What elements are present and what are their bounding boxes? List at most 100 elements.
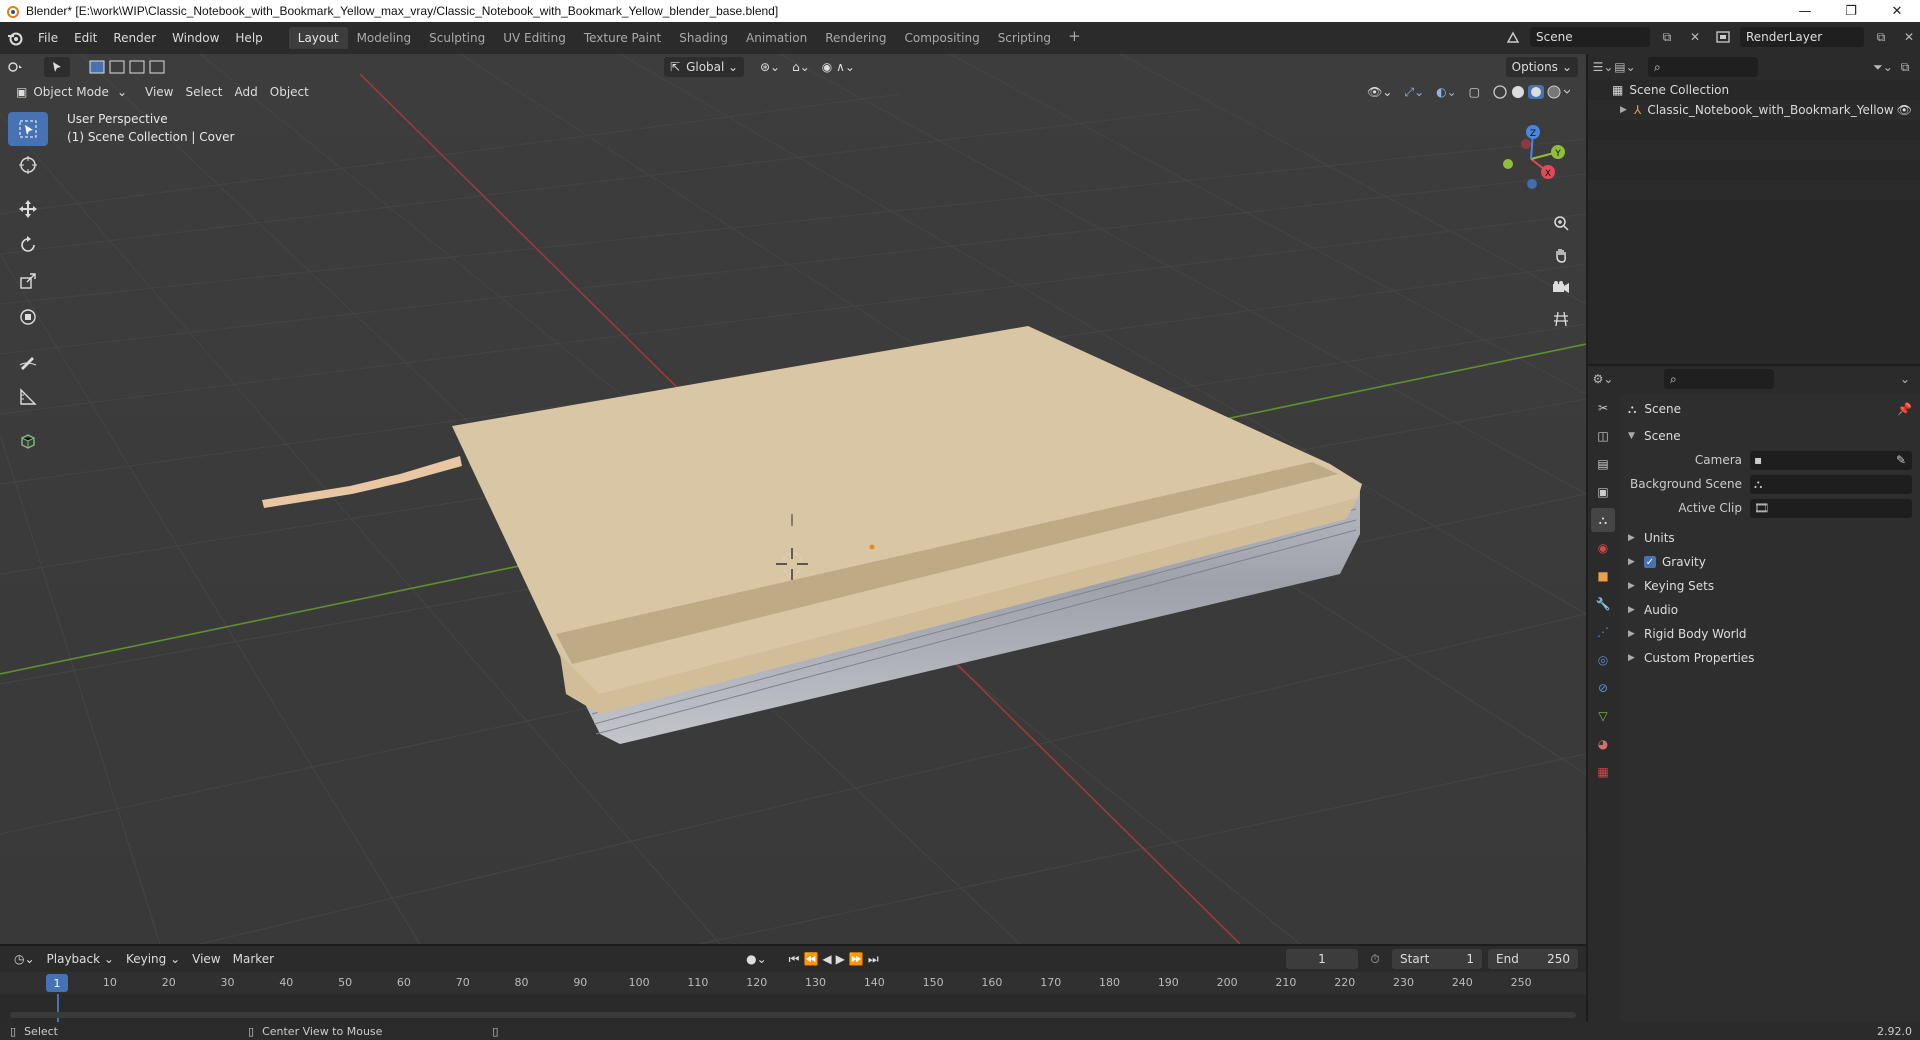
- panel-gravity-header[interactable]: ▶ ✓ Gravity: [1620, 550, 1920, 574]
- new-scene-icon[interactable]: ⧉: [1656, 27, 1678, 47]
- tab-modifiers-icon[interactable]: 🔧: [1591, 592, 1615, 616]
- rotate-icon[interactable]: [8, 228, 48, 262]
- outliner-row-object[interactable]: ▶ ⅄ Classic_Notebook_with_Bookmark_Yello…: [1588, 100, 1920, 120]
- scene-browse-icon[interactable]: [1502, 27, 1524, 47]
- delete-layer-icon[interactable]: ✕: [1898, 27, 1920, 47]
- menu-marker[interactable]: Marker: [227, 949, 280, 969]
- object-mode-dropdown[interactable]: ▣ Object Mode ⌄: [10, 82, 133, 102]
- tab-layout[interactable]: Layout: [288, 27, 348, 49]
- tab-physics-icon[interactable]: ◎: [1591, 648, 1615, 672]
- filter-icon[interactable]: ⏷⌄: [1872, 57, 1894, 77]
- xray-toggle-icon[interactable]: ▢: [1463, 82, 1486, 102]
- tab-constraints-icon[interactable]: ⊘: [1591, 676, 1615, 700]
- outliner-row-scene-collection[interactable]: ▦ Scene Collection: [1588, 80, 1920, 100]
- stopwatch-icon[interactable]: ⏱: [1364, 949, 1386, 969]
- play-icon[interactable]: ▶: [836, 952, 849, 966]
- gravity-checkbox[interactable]: ✓: [1644, 556, 1656, 568]
- menu-view[interactable]: View: [139, 82, 179, 102]
- end-frame-field[interactable]: End 250: [1488, 949, 1578, 969]
- select-mode-icons[interactable]: [82, 57, 184, 77]
- tab-uv-editing[interactable]: UV Editing: [494, 27, 575, 49]
- current-frame-field[interactable]: 1: [1286, 949, 1358, 969]
- overlay-toggle-icon[interactable]: ◐⌄: [1430, 82, 1463, 102]
- outliner-editor-icon[interactable]: ☰⌄: [1592, 57, 1614, 77]
- tab-view-layer-icon[interactable]: ▣: [1591, 480, 1615, 504]
- transform-icon[interactable]: [8, 300, 48, 334]
- start-frame-field[interactable]: Start 1: [1392, 949, 1482, 969]
- menu-keying[interactable]: Keying ⌄: [120, 949, 186, 969]
- pivot-point-icon[interactable]: ⊛⌄: [754, 57, 786, 77]
- tab-particles-icon[interactable]: ⋰: [1591, 620, 1615, 644]
- current-frame-marker[interactable]: 1: [46, 974, 68, 992]
- tab-object-icon[interactable]: ■: [1591, 564, 1615, 588]
- pan-hand-icon[interactable]: [1548, 242, 1574, 268]
- menu-object[interactable]: Object: [264, 82, 315, 102]
- minimize-button[interactable]: —: [1782, 0, 1828, 22]
- expand-arrow-icon[interactable]: ▶: [1620, 105, 1630, 115]
- tab-scripting[interactable]: Scripting: [989, 27, 1060, 49]
- jump-start-icon[interactable]: ⏮: [789, 952, 804, 967]
- visibility-eye-icon[interactable]: 👁: [1897, 103, 1912, 117]
- play-reverse-icon[interactable]: ◀: [822, 952, 835, 966]
- 3d-viewport[interactable]: ⇱ Global ⌄ ⊛⌄ ⌂⌄ ◉ ∧⌄ Options ⌄ ▣ Object Mo…: [0, 54, 1586, 944]
- tab-shading[interactable]: Shading: [670, 27, 737, 49]
- tab-tool-icon[interactable]: ✂: [1591, 396, 1615, 420]
- add-cube-icon[interactable]: [8, 424, 48, 458]
- tab-compositing[interactable]: Compositing: [895, 27, 988, 49]
- tab-material-icon[interactable]: ◕: [1591, 732, 1615, 756]
- tab-animation[interactable]: Animation: [737, 27, 816, 49]
- maximize-button[interactable]: ❐: [1828, 0, 1874, 22]
- zoom-icon[interactable]: [1548, 210, 1574, 236]
- panel-units-header[interactable]: ▶ Units: [1620, 526, 1920, 550]
- shading-modes-icon[interactable]: [1486, 82, 1576, 102]
- new-layer-icon[interactable]: ⧉: [1870, 27, 1892, 47]
- panel-custom-properties-header[interactable]: ▶ Custom Properties: [1620, 646, 1920, 670]
- blender-menu-icon[interactable]: [0, 27, 30, 49]
- tab-texture-paint[interactable]: Texture Paint: [575, 27, 670, 49]
- cursor-icon[interactable]: [8, 148, 48, 182]
- gizmo-toggle-icon[interactable]: ⤢⌄: [1398, 82, 1430, 102]
- properties-search-input[interactable]: ⌕: [1664, 369, 1774, 389]
- editor-type-button[interactable]: [0, 57, 30, 77]
- playback-controls[interactable]: ⏮ ⏪ ◀ ▶ ⏩ ⏭: [783, 949, 889, 969]
- timeline-ruler[interactable]: 1 10 20 30 40 50 60 70 80 90 100 110 120 130 140 150 16…: [0, 972, 1586, 994]
- prev-keyframe-icon[interactable]: ⏪: [803, 952, 822, 966]
- menu-file[interactable]: File: [30, 27, 66, 49]
- tab-data-icon[interactable]: ▽: [1591, 704, 1615, 728]
- record-icon[interactable]: ●⌄: [740, 949, 773, 969]
- tab-world-icon[interactable]: ◉: [1591, 536, 1615, 560]
- timeline-track-area[interactable]: [0, 994, 1586, 1022]
- tab-render-icon[interactable]: ◫: [1591, 424, 1615, 448]
- visibility-icon[interactable]: 👁⌄: [1361, 82, 1398, 102]
- render-layer-field[interactable]: RenderLayer: [1740, 27, 1864, 47]
- transform-orientation-dropdown[interactable]: ⇱ Global ⌄: [664, 57, 744, 77]
- next-keyframe-icon[interactable]: ⏩: [849, 952, 868, 966]
- scale-icon[interactable]: [8, 264, 48, 298]
- annotate-icon[interactable]: [8, 344, 48, 378]
- panel-scene-header[interactable]: ▼ Scene: [1620, 424, 1920, 448]
- tab-texture-icon[interactable]: ▦: [1591, 760, 1615, 784]
- properties-options-icon[interactable]: ⌄: [1894, 369, 1916, 389]
- panel-keying-sets-header[interactable]: ▶ Keying Sets: [1620, 574, 1920, 598]
- menu-select[interactable]: Select: [179, 82, 228, 102]
- snap-icon[interactable]: ⌂⌄: [786, 57, 816, 77]
- scene-name-field[interactable]: Scene: [1530, 27, 1650, 47]
- measure-icon[interactable]: [8, 380, 48, 414]
- menu-timeline-view[interactable]: View: [186, 949, 226, 969]
- move-icon[interactable]: [8, 192, 48, 226]
- tab-modeling[interactable]: Modeling: [348, 27, 421, 49]
- eyedropper-icon[interactable]: ✎: [1896, 453, 1906, 467]
- navigation-gizmo[interactable]: X Y Z: [1486, 114, 1576, 204]
- camera-input[interactable]: ▪ ✎: [1750, 450, 1912, 470]
- ortho-grid-icon[interactable]: [1548, 306, 1574, 332]
- display-mode-icon[interactable]: ▤⌄: [1614, 57, 1636, 77]
- background-scene-input[interactable]: ⛬: [1750, 474, 1912, 494]
- outliner-search-input[interactable]: ⌕: [1648, 57, 1758, 77]
- pin-icon[interactable]: 📌: [1897, 402, 1912, 416]
- menu-render[interactable]: Render: [105, 27, 164, 49]
- panel-rigid-body-header[interactable]: ▶ Rigid Body World: [1620, 622, 1920, 646]
- options-dropdown[interactable]: Options ⌄: [1505, 57, 1578, 77]
- tab-rendering[interactable]: Rendering: [816, 27, 895, 49]
- timeline-editor-icon[interactable]: ◷⌄: [8, 949, 41, 969]
- active-clip-input[interactable]: 🎞: [1750, 498, 1912, 518]
